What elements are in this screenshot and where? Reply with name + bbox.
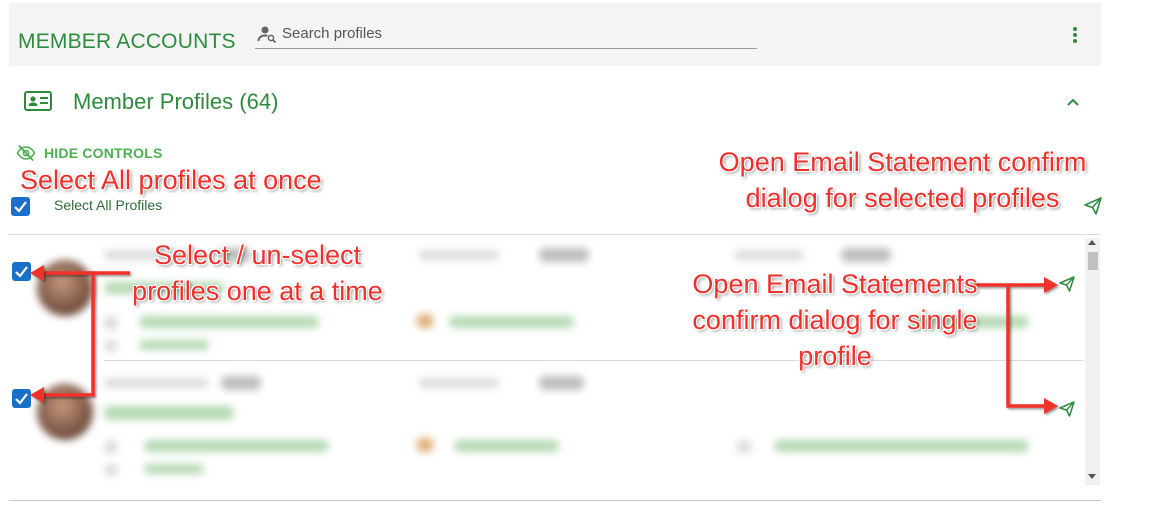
check-icon — [15, 266, 28, 278]
scroll-thumb[interactable] — [1088, 252, 1098, 270]
select-all-label: Select All Profiles — [54, 197, 163, 213]
select-all-checkbox[interactable] — [11, 197, 30, 216]
scroll-down-arrow-icon[interactable] — [1088, 474, 1096, 479]
annotation-select-single: Select / un-select profiles one at a tim… — [132, 240, 383, 306]
header-bar: MEMBER ACCOUNTS — [9, 3, 1101, 66]
hide-controls-button[interactable]: HIDE CONTROLS — [16, 143, 163, 163]
divider — [9, 500, 1101, 501]
check-icon — [15, 393, 28, 405]
avatar — [37, 384, 93, 440]
section-title: Member Profiles (64) — [73, 89, 279, 114]
annotation-email-single: Open Email Statements confirm dialog for… — [692, 269, 978, 371]
send-email-single-icon[interactable] — [1058, 400, 1076, 418]
avatar — [37, 260, 93, 316]
row-divider — [1032, 360, 1084, 361]
annotation-email-selected: Open Email Statement confirm dialog for … — [718, 147, 1087, 213]
id-card-icon — [24, 91, 52, 111]
chevron-up-icon[interactable] — [1062, 94, 1084, 110]
scrollbar[interactable] — [1085, 238, 1100, 485]
eye-off-icon — [16, 144, 36, 162]
profile-checkbox-2[interactable] — [12, 389, 31, 408]
profile-checkbox-1[interactable] — [12, 262, 31, 281]
kebab-menu-icon[interactable] — [1068, 25, 1082, 45]
page-title: MEMBER ACCOUNTS — [18, 30, 236, 53]
annotation-select-all: Select All profiles at once — [20, 165, 322, 195]
check-icon — [14, 201, 27, 213]
person-search-icon — [257, 26, 277, 44]
scroll-up-arrow-icon[interactable] — [1088, 240, 1096, 245]
search-input[interactable] — [282, 22, 752, 44]
divider — [9, 234, 1101, 235]
send-email-single-icon[interactable] — [1058, 275, 1076, 293]
hide-controls-label: HIDE CONTROLS — [44, 145, 163, 161]
search-field[interactable] — [255, 20, 757, 49]
